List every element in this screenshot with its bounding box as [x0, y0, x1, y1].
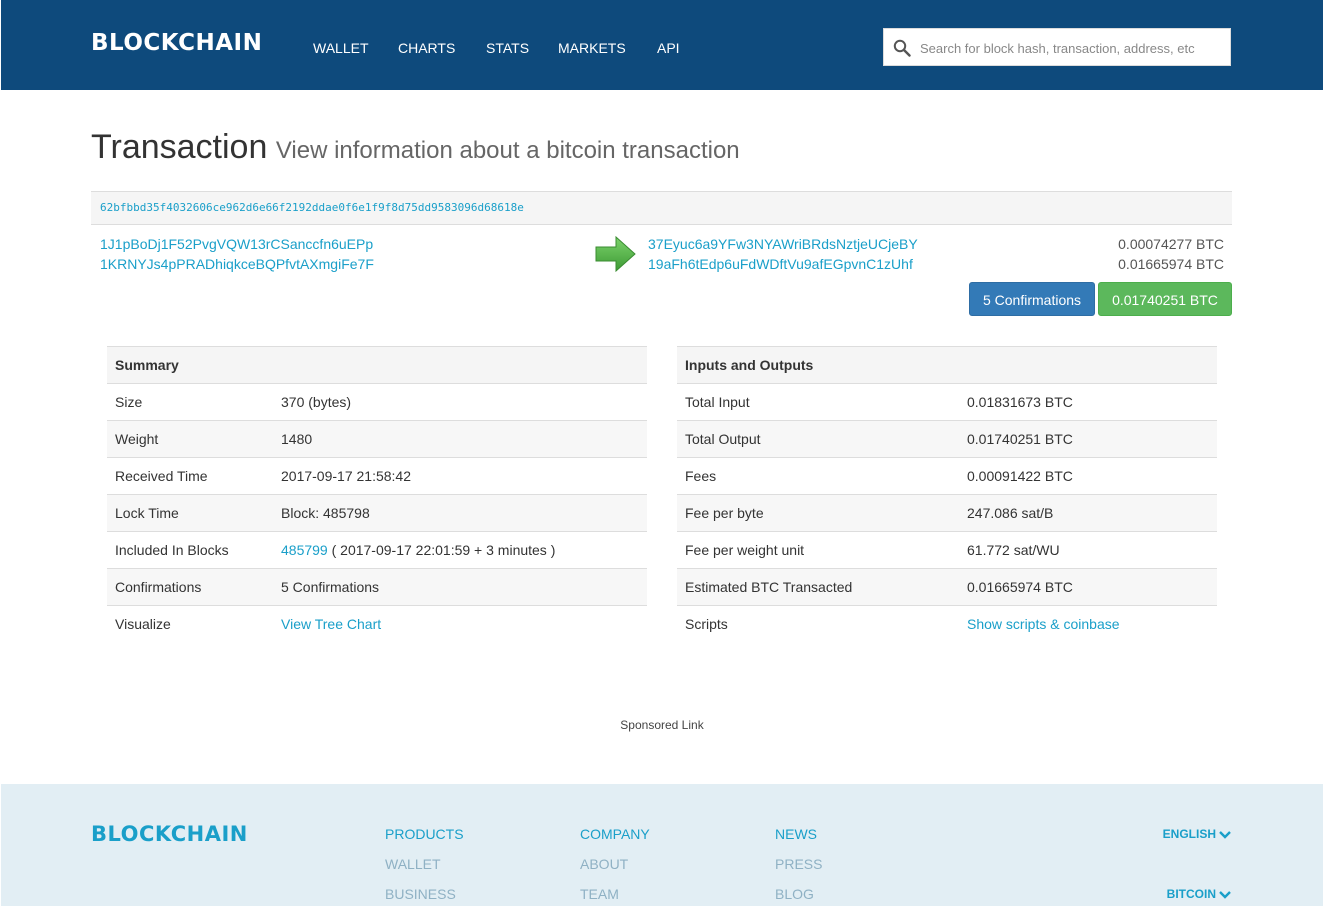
tx-hash-bar: 62bfbbd35f4032606ce962d6e66f2192ddae0f6e…	[91, 191, 1232, 225]
table-row: Scripts Show scripts & coinbase	[677, 605, 1217, 643]
row-value: 370 (bytes)	[273, 383, 647, 421]
block-time-detail: ( 2017-09-17 22:01:59 + 3 minutes )	[327, 542, 556, 558]
table-row: Weight 1480	[107, 420, 647, 458]
currency-label: BITCOIN	[1166, 887, 1216, 901]
arrow-right-icon	[595, 236, 636, 272]
nav-wallet[interactable]: WALLET	[313, 40, 369, 56]
footer-link[interactable]: ABOUT	[580, 856, 628, 872]
row-label: Estimated BTC Transacted	[677, 568, 959, 606]
footer-link[interactable]: PRESS	[775, 856, 822, 872]
show-scripts-link[interactable]: Show scripts & coinbase	[967, 616, 1120, 632]
row-label: Fee per byte	[677, 494, 959, 532]
row-value: 0.01831673 BTC	[959, 383, 1217, 421]
input-address-link[interactable]: 1J1pBoDj1F52PvgVQW13rCSanccfn6uEPp	[100, 236, 373, 252]
search-input[interactable]	[918, 37, 1222, 59]
row-label: Confirmations	[107, 568, 273, 606]
row-label: Visualize	[107, 605, 273, 643]
row-label: Lock Time	[107, 494, 273, 532]
table-row: Size 370 (bytes)	[107, 383, 647, 421]
table-row: Estimated BTC Transacted 0.01665974 BTC	[677, 568, 1217, 606]
row-value: 485799 ( 2017-09-17 22:01:59 + 3 minutes…	[273, 531, 647, 569]
table-row: Received Time 2017-09-17 21:58:42	[107, 457, 647, 495]
row-label: Weight	[107, 420, 273, 458]
footer-company-heading[interactable]: COMPANY	[580, 826, 650, 842]
summary-table: Summary Size 370 (bytes) Weight 1480 Recei…	[107, 346, 647, 643]
row-label: Size	[107, 383, 273, 421]
io-heading: Inputs and Outputs	[677, 346, 1217, 384]
view-tree-chart-link[interactable]: View Tree Chart	[281, 616, 381, 632]
row-value: 1480	[273, 420, 647, 458]
table-row: Included In Blocks 485799 ( 2017-09-17 22…	[107, 531, 647, 569]
search-icon	[893, 39, 911, 57]
row-value: Show scripts & coinbase	[959, 605, 1217, 643]
output-address-link[interactable]: 37Eyuc6a9YFw3NYAWriBRdsNztjeUCjeBY	[648, 236, 918, 252]
row-value: 2017-09-17 21:58:42	[273, 457, 647, 495]
table-row: Total Output 0.01740251 BTC	[677, 420, 1217, 458]
table-row: Total Input 0.01831673 BTC	[677, 383, 1217, 421]
inputs-outputs-table: Inputs and Outputs Total Input 0.01831673…	[677, 346, 1217, 643]
footer-news-heading[interactable]: NEWS	[775, 826, 817, 842]
footer-logo[interactable]: BLOCKCHAIN	[91, 822, 248, 846]
footer-link[interactable]: TEAM	[580, 886, 619, 902]
table-row: Lock Time Block: 485798	[107, 494, 647, 532]
search-box[interactable]	[883, 28, 1231, 66]
row-label: Fees	[677, 457, 959, 495]
output-amount: 0.01665974 BTC	[1118, 256, 1224, 272]
language-selector[interactable]: ENGLISH	[1163, 827, 1231, 841]
row-label: Scripts	[677, 605, 959, 643]
table-row: Fees 0.00091422 BTC	[677, 457, 1217, 495]
block-link[interactable]: 485799	[281, 542, 328, 558]
chevron-down-icon	[1219, 830, 1231, 839]
row-value: 0.01740251 BTC	[959, 420, 1217, 458]
row-label: Total Input	[677, 383, 959, 421]
total-amount-button[interactable]: 0.01740251 BTC	[1098, 282, 1232, 316]
page-subtitle: View information about a bitcoin transac…	[275, 137, 740, 164]
footer: BLOCKCHAIN PRODUCTS WALLET BUSINESS COMP…	[1, 784, 1323, 906]
page-title: Transaction View information about a bit…	[91, 128, 740, 167]
row-label: Fee per weight unit	[677, 531, 959, 569]
row-label: Included In Blocks	[107, 531, 273, 569]
page-heading: Transaction	[91, 128, 268, 166]
row-value: 247.086 sat/B	[959, 494, 1217, 532]
summary-heading: Summary	[107, 346, 647, 384]
output-amount: 0.00074277 BTC	[1118, 236, 1224, 252]
row-value: View Tree Chart	[273, 605, 647, 643]
row-value: 61.772 sat/WU	[959, 531, 1217, 569]
row-value: 5 Confirmations	[273, 568, 647, 606]
currency-selector[interactable]: BITCOIN	[1167, 887, 1231, 901]
footer-products-heading[interactable]: PRODUCTS	[385, 826, 464, 842]
footer-link[interactable]: BUSINESS	[385, 886, 456, 902]
sponsored-link[interactable]: Sponsored Link	[0, 718, 1324, 732]
table-row: Fee per byte 247.086 sat/B	[677, 494, 1217, 532]
row-value: 0.00091422 BTC	[959, 457, 1217, 495]
table-row: Fee per weight unit 61.772 sat/WU	[677, 531, 1217, 569]
table-row: Confirmations 5 Confirmations	[107, 568, 647, 606]
table-row: Visualize View Tree Chart	[107, 605, 647, 643]
nav-charts[interactable]: CHARTS	[398, 40, 455, 56]
input-address-link[interactable]: 1KRNYJs4pPRADhiqkceBQPfvtAXmgiFe7F	[100, 256, 374, 272]
footer-link[interactable]: WALLET	[385, 856, 441, 872]
row-value: Block: 485798	[273, 494, 647, 532]
language-label: ENGLISH	[1162, 827, 1216, 841]
nav-api[interactable]: API	[657, 40, 680, 56]
row-label: Received Time	[107, 457, 273, 495]
tx-hash-link[interactable]: 62bfbbd35f4032606ce962d6e66f2192ddae0f6e…	[100, 201, 524, 214]
chevron-down-icon	[1219, 890, 1231, 899]
site-logo[interactable]: BLOCKCHAIN	[91, 30, 262, 56]
row-label: Total Output	[677, 420, 959, 458]
top-navbar: BLOCKCHAIN WALLET CHARTS STATS MARKETS A…	[1, 0, 1323, 90]
output-address-link[interactable]: 19aFh6tEdp6uFdWDftVu9afEGpvnC1zUhf	[648, 256, 913, 272]
nav-stats[interactable]: STATS	[486, 40, 529, 56]
footer-link[interactable]: BLOG	[775, 886, 814, 902]
nav-markets[interactable]: MARKETS	[558, 40, 626, 56]
confirmations-button[interactable]: 5 Confirmations	[969, 282, 1095, 316]
row-value: 0.01665974 BTC	[959, 568, 1217, 606]
